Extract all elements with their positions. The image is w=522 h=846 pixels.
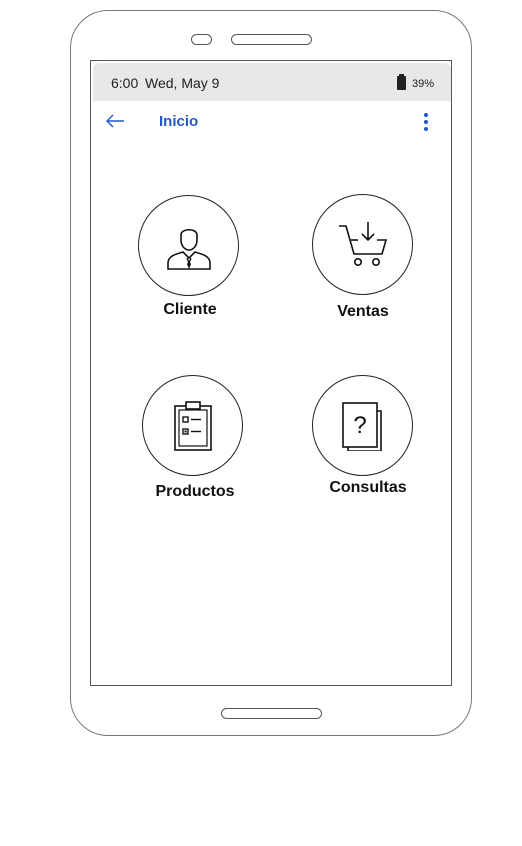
svg-text:?: ?	[353, 412, 366, 439]
camera	[191, 34, 212, 45]
screen: 6:00 Wed, May 9 39% Inicio Cliente Venta…	[90, 60, 452, 686]
tile-consultas[interactable]: ? Consultas	[312, 375, 442, 505]
ventas-circle	[312, 194, 413, 295]
cart-download-icon	[339, 222, 388, 266]
status-bar: 6:00 Wed, May 9 39%	[93, 63, 451, 101]
page-title: Inicio	[159, 113, 199, 130]
tile-label: Consultas	[329, 479, 407, 496]
speaker	[231, 34, 312, 45]
home-button[interactable]	[221, 708, 322, 719]
tile-ventas[interactable]: Ventas	[312, 194, 442, 324]
question-document-icon: ?	[342, 402, 382, 451]
tile-label: Ventas	[337, 303, 389, 320]
app-bar: Inicio	[91, 101, 451, 143]
tile-cliente[interactable]: Cliente	[138, 195, 268, 325]
status-time: 6:00	[111, 75, 139, 91]
back-arrow-icon[interactable]	[105, 113, 125, 129]
clipboard-checklist-icon	[174, 401, 212, 451]
battery-level: 39%	[412, 78, 435, 90]
tile-label: Cliente	[163, 301, 217, 318]
consultas-circle: ?	[312, 375, 413, 476]
tile-productos[interactable]: Productos	[142, 375, 272, 505]
status-date: Wed, May 9	[145, 75, 220, 91]
battery-icon	[397, 74, 406, 90]
cliente-circle	[138, 195, 239, 296]
overflow-menu-icon[interactable]	[421, 111, 431, 133]
tile-label: Productos	[155, 483, 235, 500]
productos-circle	[142, 375, 243, 476]
user-icon	[167, 228, 211, 270]
